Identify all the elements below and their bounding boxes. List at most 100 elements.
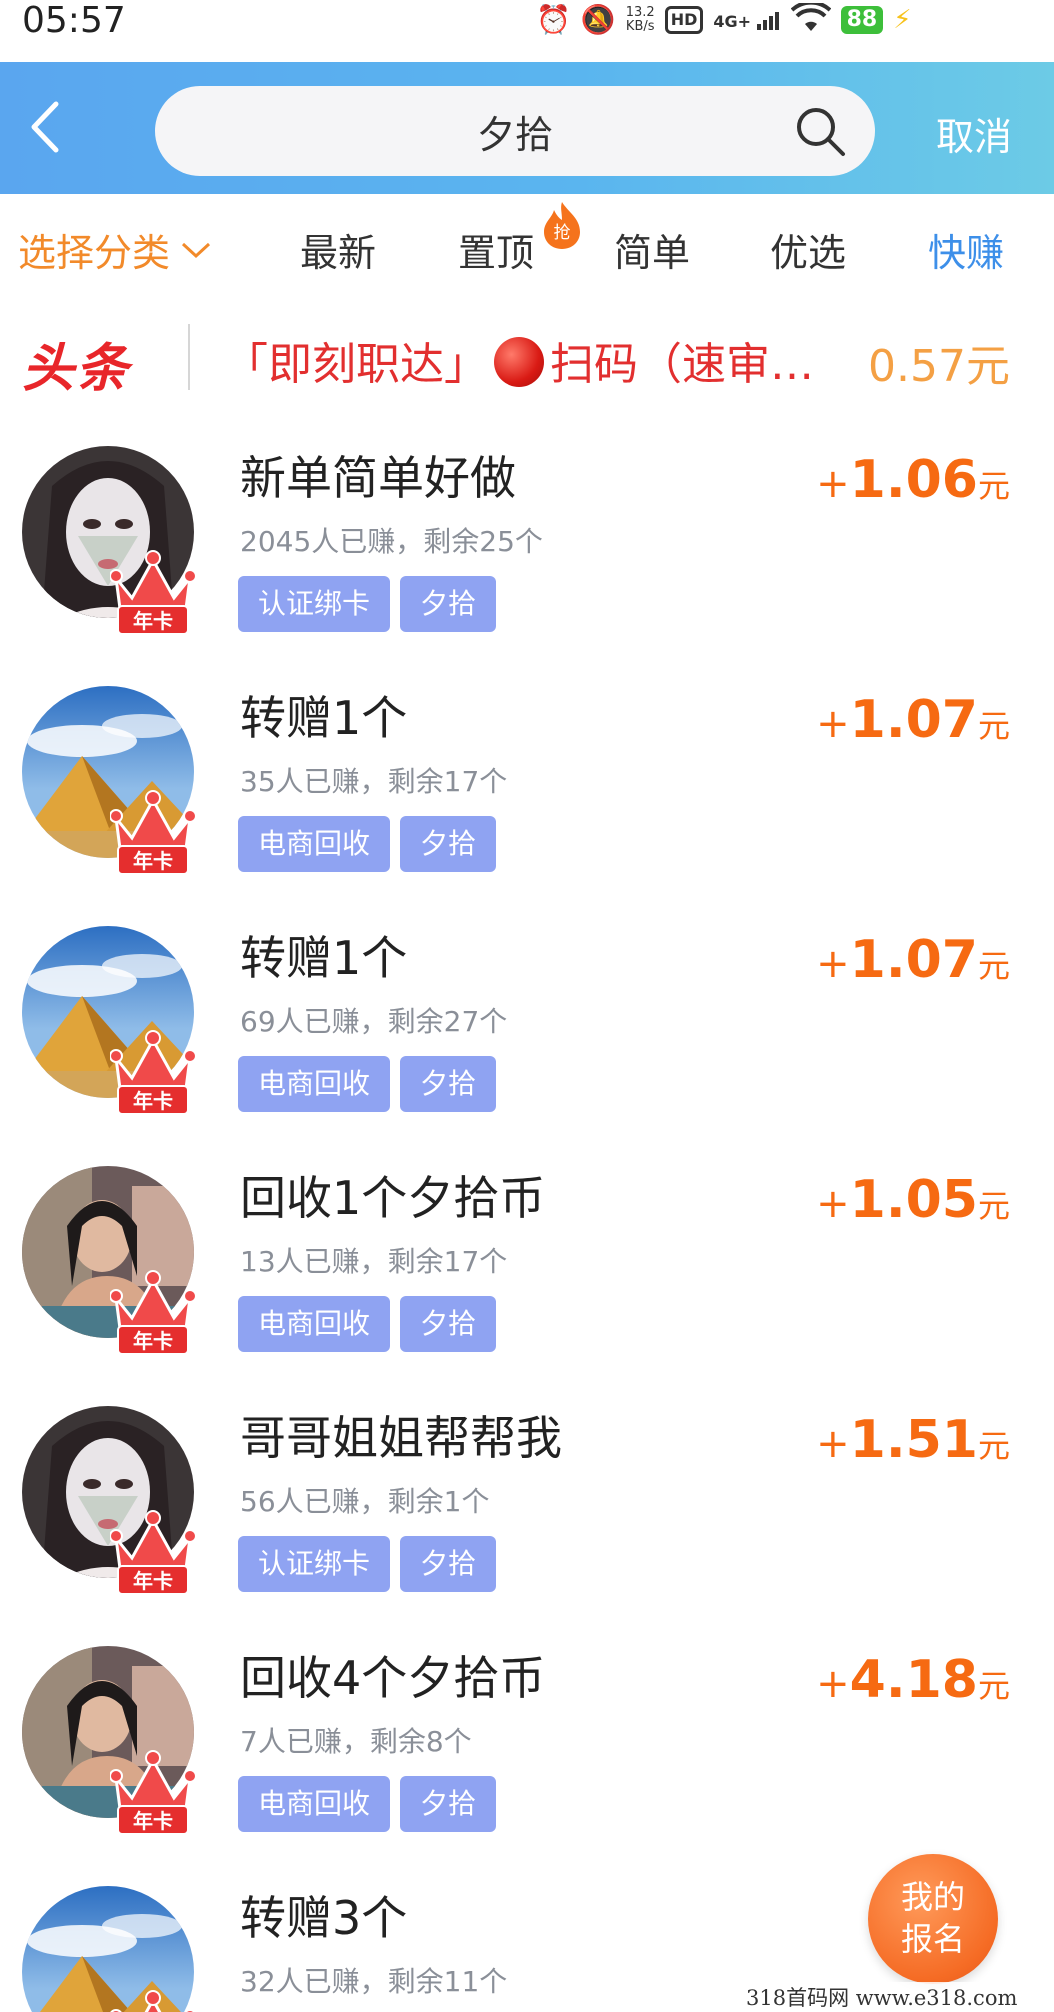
- reward-amount: 1.51: [849, 1410, 978, 1470]
- task-stats: 32人已赚，剩余11个: [240, 1965, 508, 1998]
- task-tag: 认证绑卡: [238, 1536, 391, 1592]
- task-title: 哥哥姐姐帮帮我: [240, 1411, 562, 1465]
- reward-amount: 1.05: [849, 1170, 978, 1230]
- alarm-icon: ⏰: [536, 3, 571, 36]
- task-tag: 夕拾: [400, 816, 497, 872]
- wifi-icon: [790, 0, 831, 37]
- task-reward: +4.18元: [816, 1650, 1010, 1710]
- annual-card-crown-icon: 年卡: [110, 1510, 196, 1595]
- my-signups-button[interactable]: 我的 报名: [868, 1854, 998, 1984]
- svg-text:年卡: 年卡: [133, 609, 173, 633]
- headline-text-after: 扫码（速审…: [550, 339, 814, 390]
- svg-text:年卡: 年卡: [133, 849, 173, 873]
- search-input[interactable]: 夕拾: [155, 86, 875, 176]
- red-dot-icon: [494, 337, 544, 387]
- back-arrow-icon: [31, 101, 59, 153]
- svg-text:年卡: 年卡: [133, 1809, 173, 1833]
- task-tags: 认证绑卡 夕拾: [238, 576, 497, 632]
- task-tag: 认证绑卡: [238, 576, 391, 632]
- task-item[interactable]: 年卡 转赠1个 69人已赚，剩余27个电商回收 夕拾 +1.07元: [0, 900, 1054, 1140]
- reward-plus: +: [816, 1421, 850, 1467]
- task-title: 回收4个夕拾币: [240, 1651, 546, 1705]
- tab-latest[interactable]: 最新: [300, 222, 376, 277]
- task-reward: +1.07元: [816, 930, 1010, 990]
- task-stats: 56人已赚，剩余1个: [240, 1485, 490, 1518]
- search-icon[interactable]: [793, 104, 849, 160]
- reward-plus: +: [816, 1661, 850, 1707]
- task-stats: 7人已赚，剩余8个: [240, 1725, 472, 1758]
- status-icons: ⏰ 🔕 13.2 KB/s HD 4G+ 88 ⚡: [536, 0, 912, 38]
- reward-unit: 元: [977, 467, 1010, 505]
- search-query: 夕拾: [476, 113, 553, 157]
- task-title: 转赠1个: [240, 931, 408, 985]
- annual-card-crown-icon: 年卡: [110, 1270, 196, 1355]
- task-stats: 2045人已赚，剩余25个: [240, 525, 543, 558]
- task-tag: 夕拾: [400, 576, 497, 632]
- fab-line2: 报名: [900, 1920, 965, 1958]
- reward-amount: 4.18: [849, 1650, 978, 1710]
- task-title: 新单简单好做: [240, 451, 516, 505]
- reward-amount: 1.07: [849, 690, 978, 750]
- reward-unit: 元: [977, 1667, 1010, 1705]
- reward-plus: +: [816, 461, 850, 507]
- category-tabs: 选择分类 最新 置顶 抢 简单 优选 快赚: [0, 194, 1054, 304]
- headline-text-before: 「即刻职达」: [224, 339, 488, 390]
- annual-card-crown-icon: 年卡: [110, 1990, 196, 2012]
- reward-amount: 1.07: [849, 930, 978, 990]
- tab-featured[interactable]: 优选: [770, 222, 846, 277]
- task-title: 回收1个夕拾币: [240, 1171, 546, 1225]
- task-tag: 夕拾: [400, 1536, 497, 1592]
- task-tag: 夕拾: [400, 1776, 497, 1832]
- chevron-down-icon: [181, 242, 211, 258]
- svg-text:年卡: 年卡: [133, 1089, 173, 1113]
- task-stats: 35人已赚，剩余17个: [240, 765, 508, 798]
- task-stats: 69人已赚，剩余27个: [240, 1005, 508, 1038]
- task-tags: 认证绑卡 夕拾: [238, 1536, 497, 1592]
- headline-price: 0.57元: [868, 341, 1010, 392]
- svg-text:年卡: 年卡: [133, 1329, 173, 1353]
- status-time: 05:57: [22, 0, 126, 41]
- task-item[interactable]: 年卡 转赠1个 35人已赚，剩余17个电商回收 夕拾 +1.07元: [0, 660, 1054, 900]
- task-item[interactable]: 年卡 新单简单好做 2045人已赚，剩余25个认证绑卡 夕拾 +1.06元: [0, 420, 1054, 660]
- task-reward: +1.05元: [816, 1170, 1010, 1230]
- annual-card-crown-icon: 年卡: [110, 1030, 196, 1115]
- annual-card-crown-icon: 年卡: [110, 550, 196, 635]
- signal-icon: 4G+: [713, 10, 780, 31]
- task-reward: +1.07元: [816, 690, 1010, 750]
- hd-icon: HD: [664, 6, 704, 34]
- task-tag: 夕拾: [400, 1056, 497, 1112]
- back-button[interactable]: [14, 92, 84, 162]
- mute-icon: 🔕: [580, 3, 616, 36]
- task-tag: 电商回收: [238, 1776, 391, 1832]
- watermark: 318首码网 www.e318.com: [742, 1982, 1022, 2012]
- task-tag: 电商回收: [238, 1056, 391, 1112]
- category-select[interactable]: 选择分类: [18, 222, 212, 277]
- task-item[interactable]: 年卡 回收1个夕拾币 13人已赚，剩余17个电商回收 夕拾 +1.05元: [0, 1140, 1054, 1380]
- task-title: 转赠1个: [240, 691, 408, 745]
- task-tags: 电商回收 夕拾: [238, 816, 497, 872]
- divider: [188, 324, 190, 390]
- fab-line1: 我的: [900, 1878, 965, 1916]
- tab-simple[interactable]: 简单: [614, 222, 690, 277]
- tab-quick-earn[interactable]: 快赚: [928, 222, 1004, 277]
- task-tags: 电商回收 夕拾: [238, 1296, 497, 1352]
- task-title: 转赠3个: [240, 1891, 408, 1945]
- net-speed-value: 13.2: [625, 5, 655, 20]
- task-item[interactable]: 年卡 哥哥姐姐帮帮我 56人已赚，剩余1个 认证绑卡 夕拾 +1.51元: [0, 1380, 1054, 1620]
- reward-unit: 元: [977, 947, 1010, 985]
- task-stats: 13人已赚，剩余17个: [240, 1245, 508, 1278]
- reward-plus: +: [816, 701, 850, 747]
- headline-logo: 头条: [22, 339, 131, 399]
- task-item[interactable]: 年卡 回收4个夕拾币 7人已赚，剩余8个电商回收 夕拾 +4.18元: [0, 1620, 1054, 1860]
- headline-text: 「即刻职达」 扫码（速审…: [224, 328, 854, 392]
- reward-amount: 1.06: [849, 450, 978, 510]
- reward-unit: 元: [977, 707, 1010, 745]
- annual-card-crown-icon: 年卡: [110, 1750, 196, 1835]
- network-type: 4G+: [713, 11, 752, 31]
- headline-banner[interactable]: 头条 「即刻职达」 扫码（速审… 0.57元: [0, 304, 1054, 414]
- net-speed: 13.2 KB/s: [626, 6, 655, 34]
- reward-plus: +: [816, 941, 850, 987]
- tab-pinned[interactable]: 置顶: [458, 222, 534, 277]
- task-tag: 电商回收: [238, 816, 391, 872]
- cancel-button[interactable]: 取消: [936, 106, 1012, 161]
